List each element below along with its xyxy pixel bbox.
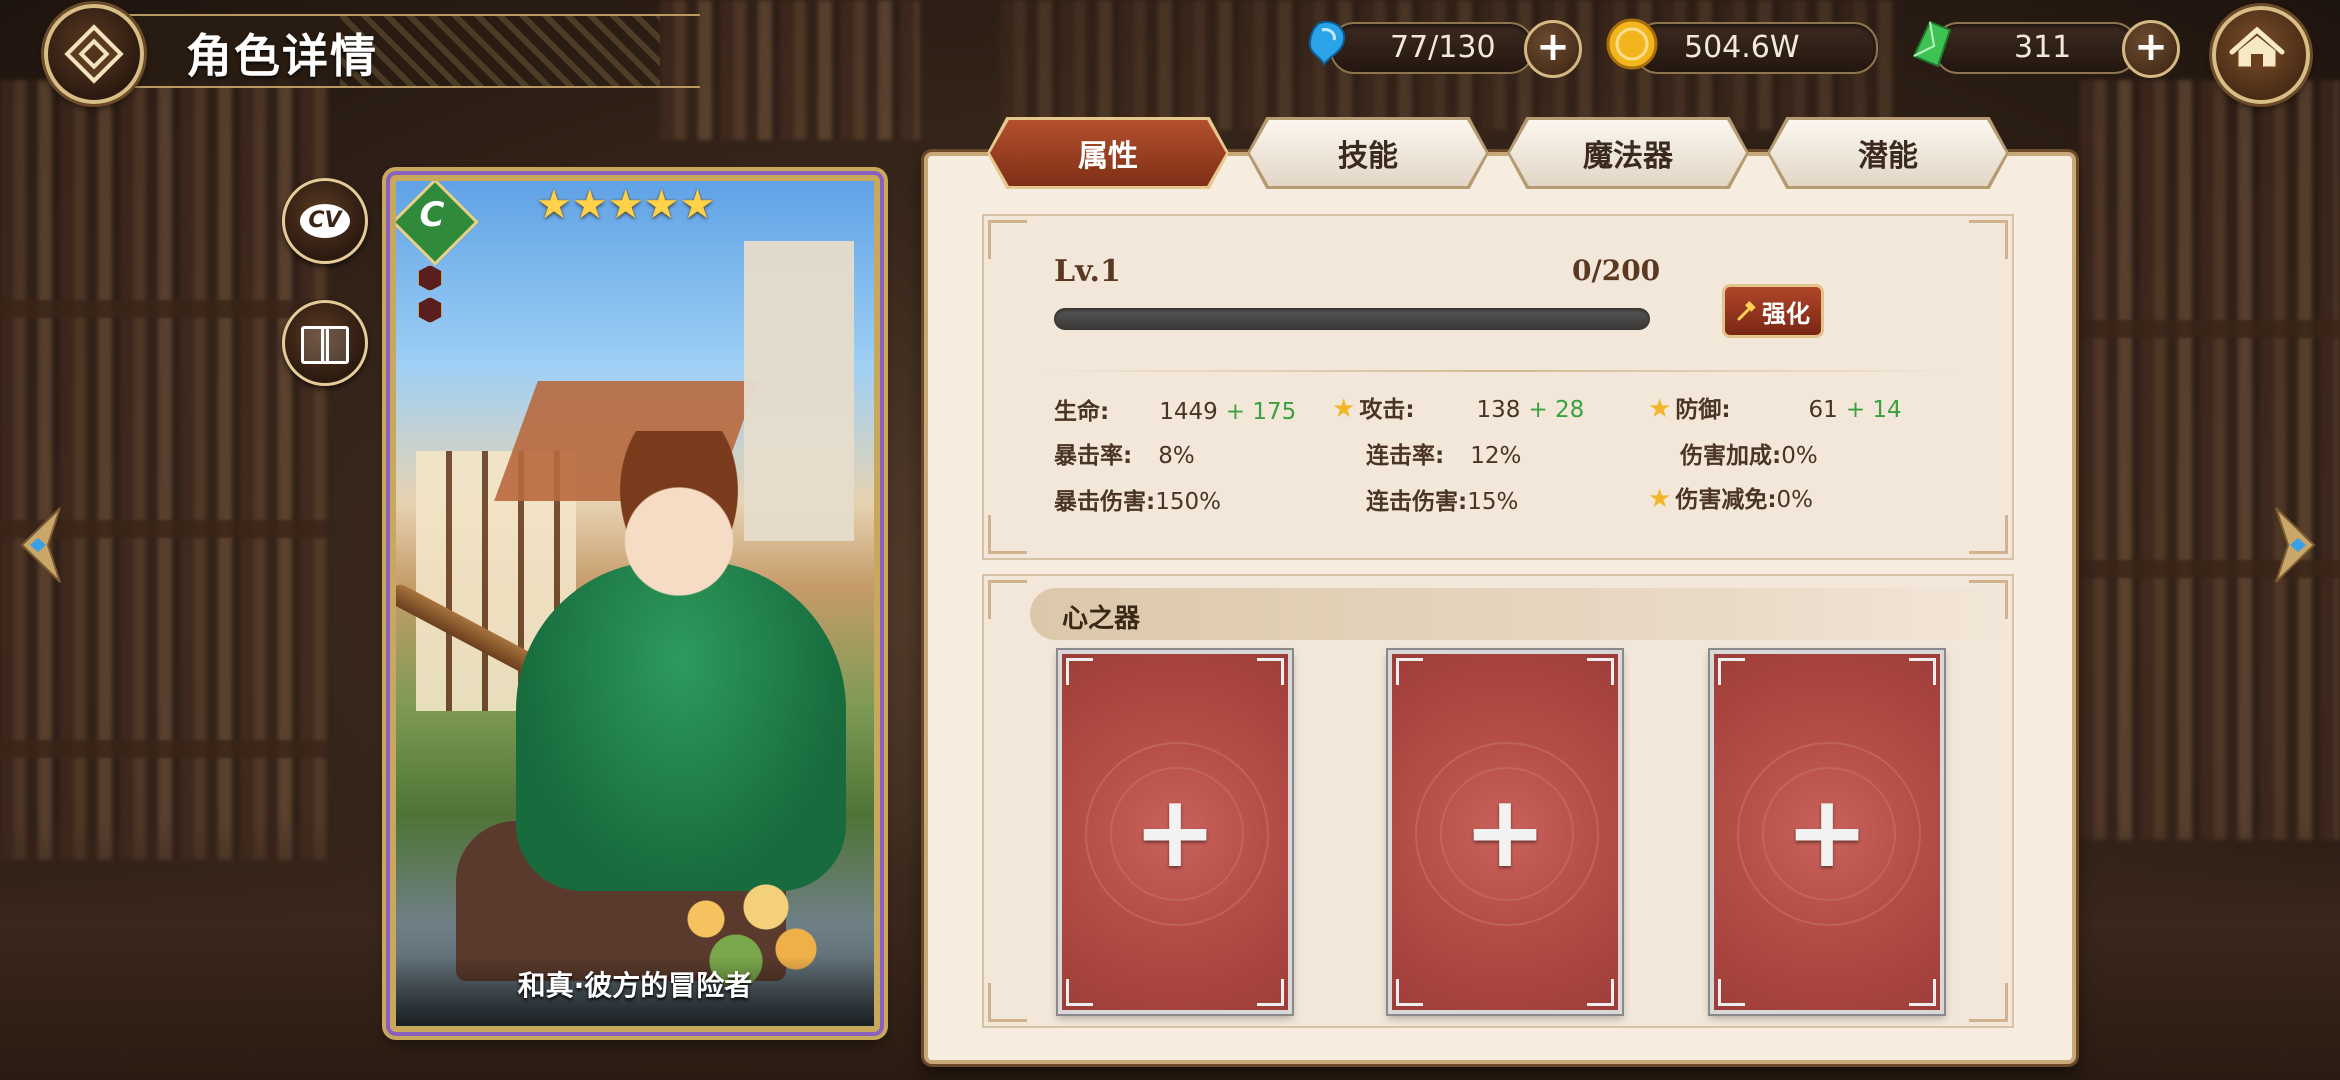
stat-damage-reduction: ★ 伤害减免:0% [1648, 480, 1813, 514]
stat-value: 0% [1781, 443, 1818, 469]
resource-gold: 504.6W [1604, 18, 1884, 74]
blue-crystal-icon [1308, 21, 1346, 66]
stat-combo-rate: 连击率: 12% [1366, 436, 1521, 470]
page-title: 角色详情 [186, 29, 378, 83]
voice-cv-button[interactable]: CV [282, 178, 368, 264]
tab-skills[interactable]: 技能 [1247, 117, 1489, 189]
stat-bonus: + 175 [1225, 399, 1297, 425]
next-character-arrow-icon[interactable] [2268, 500, 2328, 590]
resource-stamina: 77/130 + [1300, 20, 1585, 78]
star-icon: ★ [1648, 484, 1672, 514]
exp-progress-bar [1054, 308, 1650, 330]
back-diamond-icon [64, 24, 124, 84]
stat-label: 连击率: [1366, 443, 1445, 469]
stat-crit-rate: 暴击率: 8% [1054, 436, 1195, 470]
exp-value: 0/200 [1572, 254, 1661, 287]
add-plus-icon: + [1463, 773, 1547, 890]
stat-crit-damage: 暴击伤害:150% [1054, 482, 1221, 516]
heart-vessel-slot-2[interactable]: + [1388, 650, 1622, 1014]
heart-vessel-title: 心之器 [1062, 604, 1141, 634]
stat-value: 8% [1158, 443, 1195, 469]
stat-value: 138 [1476, 397, 1521, 423]
tab-label: 魔法器 [1583, 139, 1673, 174]
stat-defense: ★ 防御: 61 + 14 [1648, 390, 1902, 424]
stat-value: 12% [1470, 443, 1522, 469]
tab-label: 潜能 [1858, 139, 1918, 174]
stat-label: 连击伤害: [1366, 489, 1468, 515]
stat-damage-bonus: 伤害加成:0% [1680, 436, 1818, 470]
story-book-button[interactable] [282, 300, 368, 386]
stat-label: 暴击伤害: [1054, 489, 1156, 515]
divider [1040, 370, 1960, 372]
tab-potential[interactable]: 潜能 [1767, 117, 2009, 189]
stat-combo-damage: 连击伤害:15% [1366, 482, 1518, 516]
home-icon [2229, 26, 2285, 70]
card-corner-ornament [814, 181, 874, 241]
add-gem-button[interactable]: + [2122, 20, 2180, 78]
stat-bonus: + 28 [1528, 397, 1585, 423]
book-icon [301, 326, 349, 364]
heart-vessel-slot-3[interactable]: + [1710, 650, 1944, 1014]
stat-hp: 生命: 1449 + 175 [1054, 392, 1296, 426]
star-icon: ★ [1332, 394, 1356, 424]
gold-coin-icon [1606, 18, 1658, 70]
tab-bar: 属性 技能 魔法器 潜能 [987, 117, 2009, 189]
stamina-value: 77/130 [1390, 30, 1496, 65]
heart-vessel-slot-1[interactable]: + [1058, 650, 1292, 1014]
stat-label: 伤害减免: [1675, 487, 1777, 513]
title-banner [60, 14, 700, 88]
top-bar: 角色详情 77/130 + 504.6W 311 + [0, 0, 2340, 110]
rarity-letter: C [419, 195, 445, 235]
star-icon: ★ [1648, 394, 1672, 424]
star-icon: ★★★★★ [536, 182, 716, 228]
stat-attack: ★ 攻击: 138 + 28 [1332, 390, 1584, 424]
stat-label: 防御: [1675, 397, 1731, 423]
stat-value: 0% [1776, 487, 1814, 513]
add-stamina-button[interactable]: + [1524, 20, 1582, 78]
star-rating: ★★★★★ [536, 185, 715, 225]
gold-value: 504.6W [1684, 30, 1800, 65]
resource-gem: 311 + [1904, 20, 2184, 78]
stat-label: 伤害加成: [1680, 443, 1782, 469]
stat-label: 攻击: [1359, 397, 1415, 423]
character-card[interactable]: C ★★★★★ 和真·彼方的冒险者 [390, 175, 880, 1032]
stat-label: 生命: [1054, 399, 1110, 425]
tab-label: 技能 [1338, 139, 1398, 174]
gem-value: 311 [2014, 30, 2072, 65]
section-header [1030, 588, 2010, 640]
home-button[interactable] [2212, 6, 2310, 104]
stat-label: 暴击率: [1054, 443, 1133, 469]
stat-value: 61 [1808, 397, 1838, 423]
back-button[interactable] [44, 4, 144, 104]
add-plus-icon: + [1785, 773, 1869, 890]
character-name: 和真·彼方的冒险者 [517, 969, 753, 1002]
gem-slot-icon [418, 265, 442, 291]
add-plus-icon: + [1133, 773, 1217, 890]
tab-magic-items[interactable]: 魔法器 [1507, 117, 1749, 189]
tab-label: 属性 [1078, 139, 1138, 174]
stat-value: 1449 [1159, 399, 1218, 425]
level-label: Lv.1 [1054, 254, 1121, 289]
green-crystal-icon [1912, 20, 1952, 68]
stat-value: 15% [1467, 489, 1519, 515]
stat-value: 150% [1155, 489, 1221, 515]
cv-icon: CV [300, 204, 350, 238]
enhance-button[interactable]: 强化 [1722, 284, 1824, 338]
hammer-icon [1737, 301, 1756, 321]
enhance-label: 强化 [1762, 299, 1810, 328]
gem-slot-icon [418, 297, 442, 323]
stat-bonus: + 14 [1845, 397, 1902, 423]
tab-attributes[interactable]: 属性 [987, 117, 1229, 189]
previous-character-arrow-icon[interactable] [8, 500, 68, 590]
